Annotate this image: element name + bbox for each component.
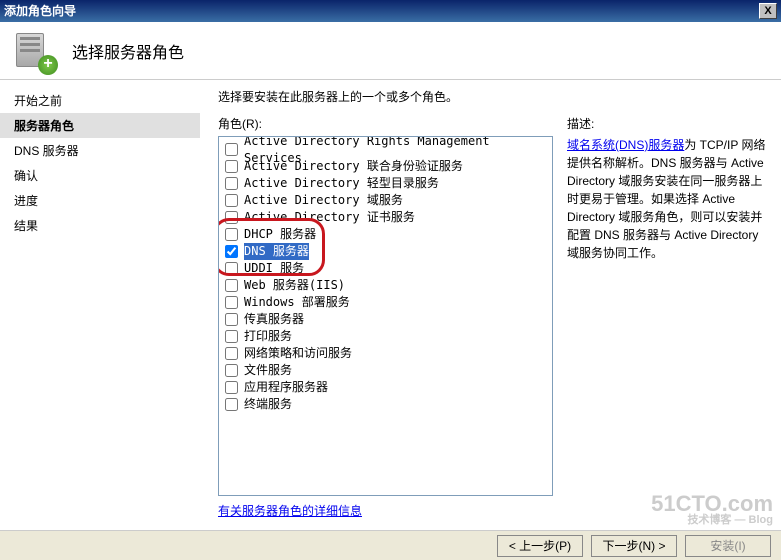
role-label-13: 文件服务 [244, 362, 292, 379]
role-row-3[interactable]: Active Directory 域服务 [225, 192, 546, 209]
roles-listbox[interactable]: Active Directory Rights Management Servi… [218, 136, 553, 496]
role-label-7: UDDI 服务 [244, 260, 304, 277]
role-checkbox-12[interactable] [225, 347, 238, 360]
wizard-footer: < 上一步(P) 下一步(N) > 安装(I) [0, 530, 781, 560]
role-checkbox-4[interactable] [225, 211, 238, 224]
role-checkbox-6[interactable] [225, 245, 238, 258]
install-button: 安装(I) [685, 535, 771, 557]
role-label-8: Web 服务器(IIS) [244, 277, 345, 294]
description-pane: 描述: 域名系统(DNS)服务器为 TCP/IP 网络提供名称解析。DNS 服务… [567, 115, 769, 530]
role-row-12[interactable]: 网络策略和访问服务 [225, 345, 546, 362]
role-checkbox-1[interactable] [225, 160, 238, 173]
content-pane: 选择要安装在此服务器上的一个或多个角色。 角色(R): Active Direc… [200, 80, 781, 530]
description-link[interactable]: 域名系统(DNS)服务器 [567, 138, 684, 152]
role-label-10: 传真服务器 [244, 311, 304, 328]
window-title: 添加角色向导 [4, 0, 76, 22]
role-label-4: Active Directory 证书服务 [244, 209, 415, 226]
sidebar-item-4[interactable]: 进度 [0, 188, 200, 213]
title-bar: 添加角色向导 X [0, 0, 781, 22]
more-info-link-row: 有关服务器角色的详细信息 [218, 502, 553, 519]
instruction-text: 选择要安装在此服务器上的一个或多个角色。 [218, 88, 769, 105]
role-row-4[interactable]: Active Directory 证书服务 [225, 209, 546, 226]
role-label-9: Windows 部署服务 [244, 294, 350, 311]
wizard-sidebar: 开始之前服务器角色DNS 服务器确认进度结果 [0, 80, 200, 530]
role-checkbox-13[interactable] [225, 364, 238, 377]
role-label-1: Active Directory 联合身份验证服务 [244, 158, 463, 175]
role-checkbox-7[interactable] [225, 262, 238, 275]
sidebar-item-5[interactable]: 结果 [0, 213, 200, 238]
sidebar-item-1[interactable]: 服务器角色 [0, 113, 200, 138]
close-button[interactable]: X [759, 3, 777, 19]
role-label-3: Active Directory 域服务 [244, 192, 403, 209]
role-row-13[interactable]: 文件服务 [225, 362, 546, 379]
role-row-10[interactable]: 传真服务器 [225, 311, 546, 328]
role-checkbox-2[interactable] [225, 177, 238, 190]
role-row-15[interactable]: 终端服务 [225, 396, 546, 413]
page-title: 选择服务器角色 [72, 39, 184, 63]
role-checkbox-5[interactable] [225, 228, 238, 241]
role-row-0[interactable]: Active Directory Rights Management Servi… [225, 141, 546, 158]
next-button[interactable]: 下一步(N) > [591, 535, 677, 557]
role-checkbox-9[interactable] [225, 296, 238, 309]
prev-button[interactable]: < 上一步(P) [497, 535, 583, 557]
description-title: 描述: [567, 115, 769, 132]
role-row-9[interactable]: Windows 部署服务 [225, 294, 546, 311]
role-row-2[interactable]: Active Directory 轻型目录服务 [225, 175, 546, 192]
role-row-8[interactable]: Web 服务器(IIS) [225, 277, 546, 294]
roles-label: 角色(R): [218, 115, 553, 132]
role-checkbox-14[interactable] [225, 381, 238, 394]
role-label-12: 网络策略和访问服务 [244, 345, 352, 362]
wizard-header: + 选择服务器角色 [0, 22, 781, 80]
role-label-2: Active Directory 轻型目录服务 [244, 175, 439, 192]
role-label-5: DHCP 服务器 [244, 226, 316, 243]
role-checkbox-10[interactable] [225, 313, 238, 326]
role-label-14: 应用程序服务器 [244, 379, 328, 396]
role-checkbox-0[interactable] [225, 143, 238, 156]
role-row-14[interactable]: 应用程序服务器 [225, 379, 546, 396]
role-label-11: 打印服务 [244, 328, 292, 345]
role-row-11[interactable]: 打印服务 [225, 328, 546, 345]
role-checkbox-8[interactable] [225, 279, 238, 292]
server-role-icon: + [14, 31, 54, 71]
role-row-7[interactable]: UDDI 服务 [225, 260, 546, 277]
description-body: 为 TCP/IP 网络提供名称解析。DNS 服务器与 Active Direct… [567, 138, 765, 260]
role-checkbox-11[interactable] [225, 330, 238, 343]
role-checkbox-15[interactable] [225, 398, 238, 411]
sidebar-item-3[interactable]: 确认 [0, 163, 200, 188]
sidebar-item-0[interactable]: 开始之前 [0, 88, 200, 113]
role-row-6[interactable]: DNS 服务器 [225, 243, 546, 260]
role-checkbox-3[interactable] [225, 194, 238, 207]
role-label-15: 终端服务 [244, 396, 292, 413]
more-info-link[interactable]: 有关服务器角色的详细信息 [218, 504, 362, 518]
sidebar-item-2[interactable]: DNS 服务器 [0, 138, 200, 163]
role-row-5[interactable]: DHCP 服务器 [225, 226, 546, 243]
description-text: 域名系统(DNS)服务器为 TCP/IP 网络提供名称解析。DNS 服务器与 A… [567, 136, 769, 262]
role-label-6: DNS 服务器 [244, 243, 309, 260]
